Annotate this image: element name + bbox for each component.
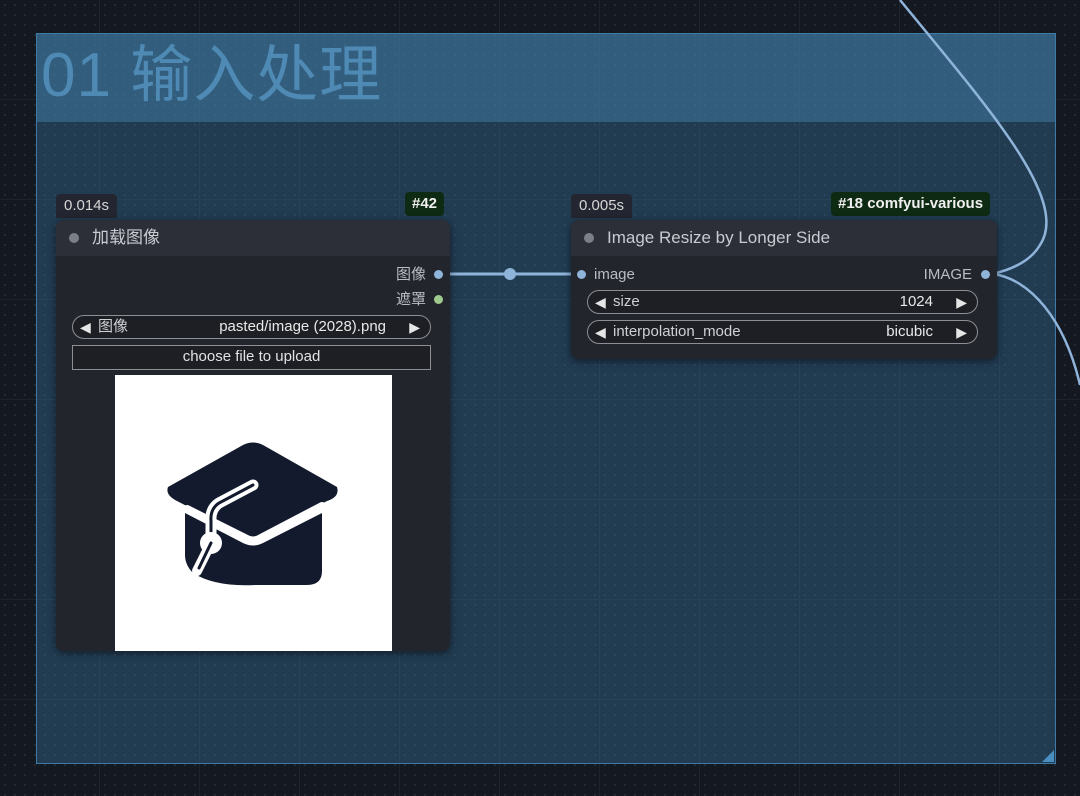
arrow-right-icon[interactable]: ▶ <box>409 319 420 335</box>
node-title: Image Resize by Longer Side <box>607 228 831 247</box>
execution-time-badge: 0.014s <box>56 194 118 218</box>
arrow-right-icon[interactable]: ▶ <box>956 324 967 340</box>
collapse-dot-icon[interactable] <box>69 233 79 243</box>
widget-value: pasted/image (2028).png <box>219 318 386 335</box>
node-id-badge: #18 comfyui-various <box>831 192 991 216</box>
output-label-mask: 遮罩 <box>395 291 426 308</box>
output-slot-mask[interactable] <box>434 295 443 304</box>
widget-value: 1024 <box>899 293 933 310</box>
widget-value: bicubic <box>886 323 933 340</box>
arrow-left-icon[interactable]: ◀ <box>595 324 606 340</box>
arrow-left-icon[interactable]: ◀ <box>80 319 91 335</box>
collapse-dot-icon[interactable] <box>584 233 594 243</box>
graduation-cap-icon <box>167 442 338 586</box>
interpolation-mode-widget[interactable]: ◀ interpolation_mode bicubic ▶ <box>587 320 978 344</box>
arrow-left-icon[interactable]: ◀ <box>595 294 606 310</box>
image-resize-node[interactable]: Image Resize by Longer Side image IMAGE … <box>571 220 997 359</box>
node-id-badge: #42 <box>405 192 445 216</box>
node-header[interactable]: Image Resize by Longer Side <box>571 220 997 256</box>
arrow-right-icon[interactable]: ▶ <box>956 294 967 310</box>
upload-button[interactable]: choose file to upload <box>72 345 431 370</box>
link-curve-bottom <box>991 272 1080 386</box>
output-slot-image[interactable] <box>434 270 443 279</box>
widget-name: interpolation_mode <box>613 323 741 340</box>
output-slot-image[interactable] <box>981 270 990 279</box>
image-combo-widget[interactable]: ◀ 图像 pasted/image (2028).png ▶ <box>72 315 431 339</box>
load-image-node[interactable]: 加载图像 图像 遮罩 ◀ 图像 pasted/image (2028).png … <box>56 220 450 651</box>
execution-time-badge: 0.005s <box>571 194 633 218</box>
output-label-image: 图像 <box>395 266 426 283</box>
size-widget[interactable]: ◀ size 1024 ▶ <box>587 290 978 314</box>
node-title: 加载图像 <box>92 228 160 247</box>
output-label-image: IMAGE <box>923 266 972 283</box>
node-header[interactable]: 加载图像 <box>56 220 450 256</box>
input-label-image: image <box>594 266 635 283</box>
link-midpoint-handle[interactable] <box>504 268 516 280</box>
input-slot-image[interactable] <box>577 270 586 279</box>
widget-name: size <box>613 293 640 310</box>
image-preview <box>115 375 392 651</box>
widget-name: 图像 <box>98 318 129 335</box>
